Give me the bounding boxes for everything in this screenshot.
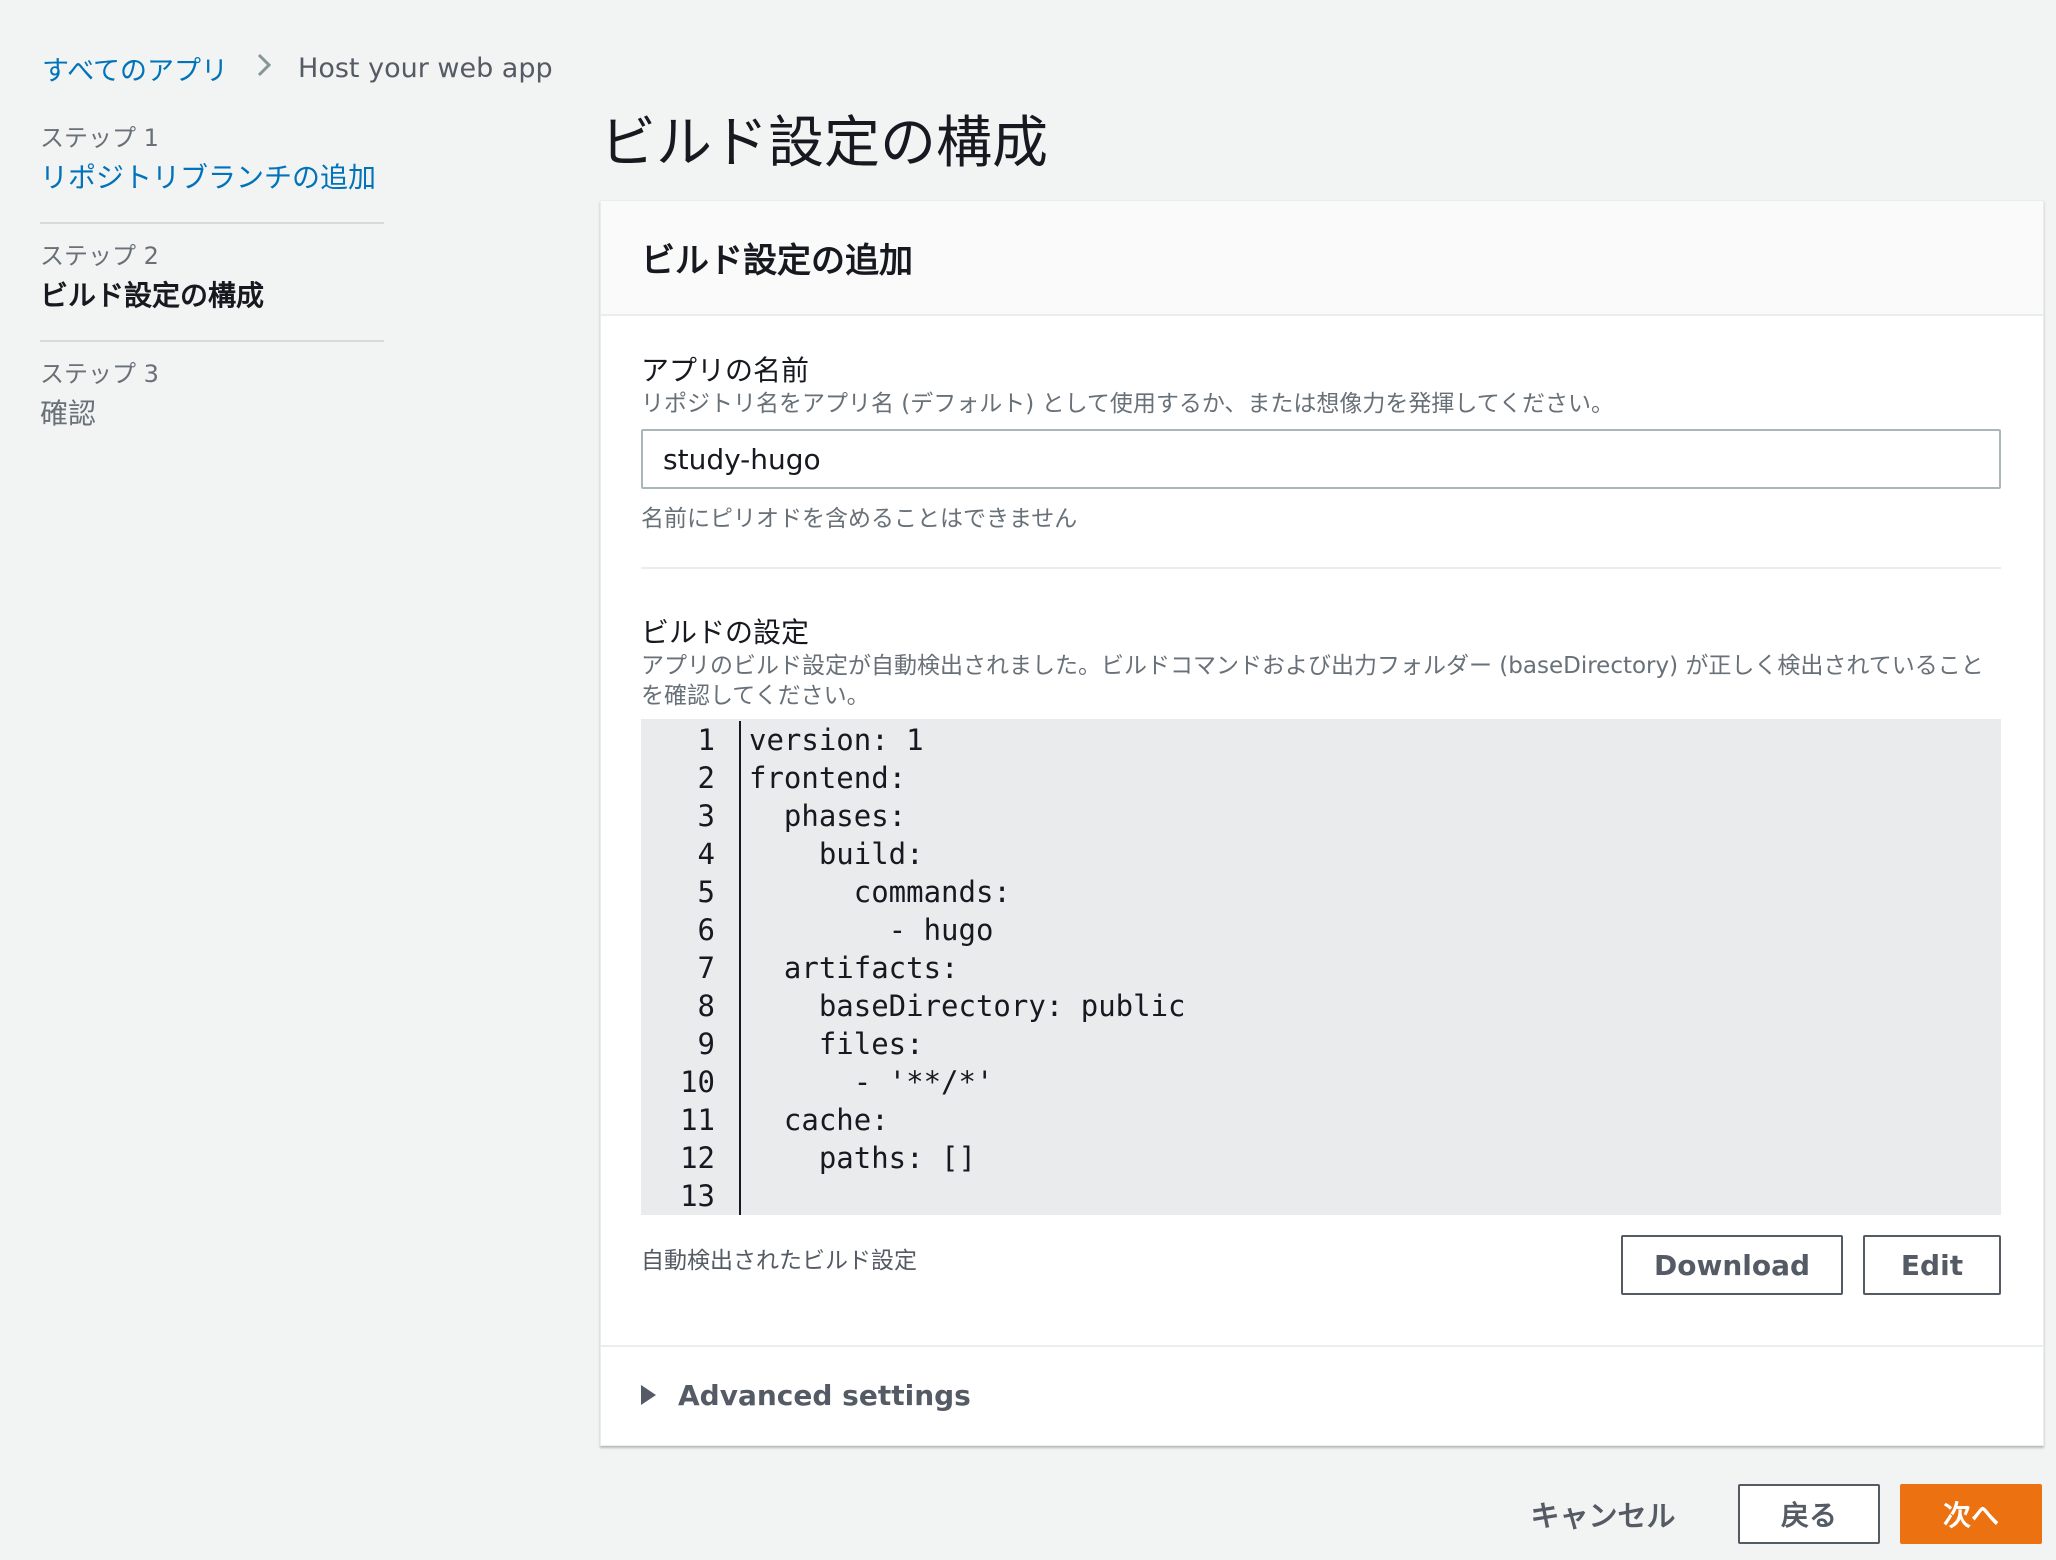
line-number: 9 [697,1027,715,1061]
chevron-right-icon [256,52,272,85]
code-line: files: [749,1027,924,1061]
code-line: build: [749,837,924,871]
line-number: 5 [697,875,715,909]
build-spec-editor[interactable]: 1 2 3 4 5 6 7 8 9 10 11 12 13 version: 1 frontend: ph… [641,719,2001,1215]
step-link-add-repository-branch[interactable]: リポジトリブランチの追加 [40,156,384,200]
code-line: - hugo [749,913,994,947]
code-line: version: 1 [749,723,924,757]
line-number: 1 [697,723,715,757]
line-number: 11 [680,1103,715,1137]
line-number: 13 [680,1179,715,1213]
breadcrumb-all-apps-link[interactable]: すべてのアプリ [42,49,228,88]
code-line: - '**/*' [749,1065,994,1099]
app-name-description: リポジトリ名をアプリ名 (デフォルト) として使用するか、または想像力を発揮して… [641,391,1615,417]
step-2: ステップ 2 ビルド設定の構成 [40,222,384,340]
code-line: paths: [] [749,1141,976,1175]
cancel-button[interactable]: キャンセル [1518,1484,1688,1544]
breadcrumb-current: Host your web app [298,52,553,84]
section-divider [641,567,2001,569]
code-line: artifacts: [749,951,959,985]
line-number: 8 [697,989,715,1023]
code-line: cache: [749,1103,889,1137]
line-number: 10 [680,1065,715,1099]
app-name-label: アプリの名前 [641,354,810,387]
app-name-hint: 名前にピリオドを含めることはできません [641,506,1078,532]
build-settings-label: ビルドの設定 [641,616,810,649]
panel-header: ビルド設定の追加 [601,201,2043,316]
caret-right-icon [641,1385,656,1405]
build-settings-description: アプリのビルド設定が自動検出されました。ビルドコマンドおよび出力フォルダー (b… [641,653,1984,709]
breadcrumb: すべてのアプリ Host your web app [42,48,553,88]
step-number: ステップ 1 [40,124,159,152]
advanced-settings-toggle[interactable]: Advanced settings [601,1345,2043,1443]
step-title-configure-build: ビルド設定の構成 [40,279,265,312]
line-number: 6 [697,913,715,947]
code-content[interactable]: version: 1 frontend: phases: build: comma… [741,721,2001,1215]
app-name-input[interactable] [641,429,2001,489]
next-button[interactable]: 次へ [1900,1484,2042,1544]
line-number: 2 [697,761,715,795]
wizard-steps: ステップ 1 リポジトリブランチの追加 ステップ 2 ビルド設定の構成 ステップ… [40,118,384,458]
code-line: phases: [749,799,907,833]
download-button[interactable]: Download [1621,1235,1843,1295]
line-number-gutter: 1 2 3 4 5 6 7 8 9 10 11 12 13 [641,721,741,1215]
step-number: ステップ 2 [40,242,159,270]
line-number: 3 [697,799,715,833]
code-line: commands: [749,875,1011,909]
line-number: 4 [697,837,715,871]
step-number: ステップ 3 [40,360,159,388]
line-number: 12 [680,1141,715,1175]
code-line: baseDirectory: public [749,989,1186,1023]
advanced-settings-label: Advanced settings [678,1378,971,1412]
step-title-review: 確認 [40,397,97,430]
panel-title: ビルド設定の追加 [641,241,913,281]
line-number: 7 [697,951,715,985]
back-button[interactable]: 戻る [1738,1484,1880,1544]
edit-button[interactable]: Edit [1863,1235,2001,1295]
code-line: frontend: [749,761,907,795]
page-title: ビルド設定の構成 [600,111,1048,176]
build-settings-panel: ビルド設定の追加 アプリの名前 リポジトリ名をアプリ名 (デフォルト) として使… [600,200,2044,1446]
step-1: ステップ 1 リポジトリブランチの追加 [40,118,384,222]
step-3: ステップ 3 確認 [40,340,384,458]
build-settings-caption: 自動検出されたビルド設定 [641,1248,917,1274]
